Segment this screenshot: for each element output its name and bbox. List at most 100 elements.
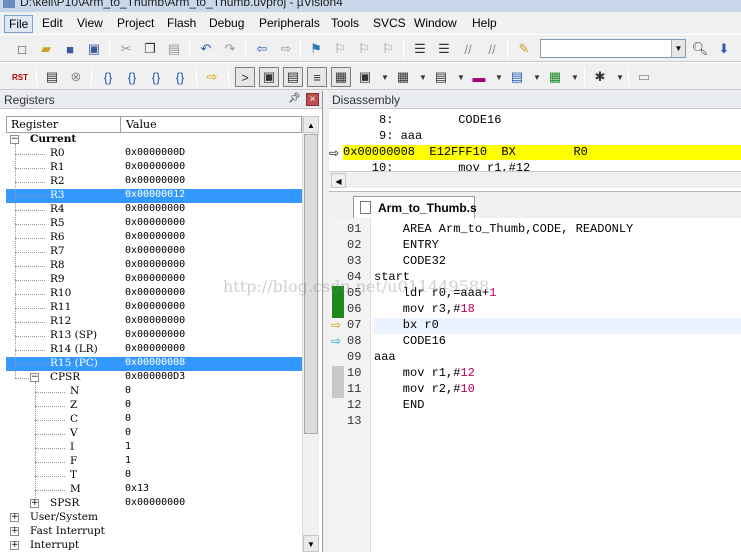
register-row[interactable]: R14 (LR) 0x00000000 xyxy=(6,343,302,357)
code-line[interactable]: bx r0 xyxy=(374,318,741,334)
step-over-icon[interactable]: {} xyxy=(122,67,142,87)
indent-icon[interactable]: ☰ xyxy=(410,39,430,59)
registers-scrollbar[interactable]: ▲ ▼ xyxy=(302,116,319,552)
register-group[interactable]: + User/System xyxy=(6,511,302,525)
editor-gutter[interactable]: 01 02 03 04 05 06 ⇨ 07 ⇨ 08 09 10 11 12 13 xyxy=(329,218,371,552)
watch-window-icon[interactable]: ▣ xyxy=(355,67,375,87)
chevron-down-icon[interactable]: ▼ xyxy=(451,67,471,87)
code-line[interactable]: mov r3,#18 xyxy=(374,302,741,318)
trace-window-icon[interactable]: ▤ xyxy=(507,67,527,87)
disassembly-line[interactable]: 9: aaa xyxy=(343,129,741,144)
command-window-icon[interactable]: > xyxy=(235,67,255,87)
scroll-left-icon[interactable]: ◀ xyxy=(331,173,346,188)
memory-window-icon[interactable]: ▦ xyxy=(393,67,413,87)
code-line[interactable]: start xyxy=(374,270,741,286)
menu-tools[interactable]: Tools xyxy=(327,15,363,31)
chevron-down-icon[interactable]: ▼ xyxy=(489,67,509,87)
chevron-down-icon[interactable]: ▼ xyxy=(565,67,585,87)
code-line[interactable] xyxy=(374,414,741,430)
col-register[interactable]: Register xyxy=(11,118,58,131)
chevron-down-icon[interactable]: ▼ xyxy=(413,67,433,87)
register-group-current[interactable]: − Current xyxy=(6,133,302,147)
register-group[interactable]: + Interrupt xyxy=(6,539,302,552)
prev-bookmark-icon[interactable]: ⚐ xyxy=(330,39,350,59)
unindent-icon[interactable]: ☰ xyxy=(434,39,454,59)
disassembly-current-line[interactable]: 0x00000008 E12FFF10 BX R0 xyxy=(343,145,741,160)
register-row[interactable]: R0 0x0000000D xyxy=(6,147,302,161)
tab-arm-to-thumb[interactable]: Arm_to_Thumb.s xyxy=(353,196,477,219)
symbols-window-icon[interactable]: ▤ xyxy=(283,67,303,87)
bookmark-icon[interactable]: ⚑ xyxy=(306,39,326,59)
code-line[interactable]: mov r1,#12 xyxy=(374,366,741,382)
menu-file[interactable]: File xyxy=(4,15,34,33)
collapse-icon[interactable]: − xyxy=(10,135,19,144)
find-combo[interactable]: ▼ xyxy=(540,39,686,58)
expand-icon[interactable]: + xyxy=(10,527,19,536)
scroll-down-icon[interactable]: ▼ xyxy=(303,535,319,552)
collapse-icon[interactable]: − xyxy=(30,373,39,382)
register-row[interactable]: R8 0x00000000 xyxy=(6,259,302,273)
register-row[interactable]: R5 0x00000000 xyxy=(6,217,302,231)
serial-window-icon[interactable]: ▤ xyxy=(431,67,451,87)
code-line[interactable]: END xyxy=(374,398,741,414)
toolbox-icon[interactable]: ✱ xyxy=(590,67,610,87)
save-icon[interactable]: ■ xyxy=(60,39,80,59)
disassembly-line[interactable]: 8: CODE16 xyxy=(343,113,741,128)
register-row[interactable]: R10 0x00000000 xyxy=(6,287,302,301)
disassembly-hscrollbar[interactable]: ◀ xyxy=(329,171,741,188)
chevron-down-icon[interactable]: ▼ xyxy=(610,67,630,87)
uncomment-icon[interactable]: // xyxy=(482,39,502,59)
register-row[interactable]: R12 0x00000000 xyxy=(6,315,302,329)
register-row-spsr[interactable]: + SPSR 0x00000000 xyxy=(6,497,302,511)
register-row[interactable]: R7 0x00000000 xyxy=(6,245,302,259)
new-file-icon[interactable]: □ xyxy=(12,39,32,59)
step-out-icon[interactable]: {} xyxy=(146,67,166,87)
cut-icon[interactable]: ✂ xyxy=(116,39,136,59)
register-row[interactable]: R2 0x00000000 xyxy=(6,175,302,189)
register-row[interactable]: R6 0x00000000 xyxy=(6,231,302,245)
run-to-cursor-icon[interactable]: {} xyxy=(170,67,190,87)
menu-window[interactable]: Window xyxy=(410,15,461,31)
menu-view[interactable]: View xyxy=(73,15,107,31)
stop-icon[interactable]: ⊗ xyxy=(66,67,86,87)
code-line[interactable]: CODE16 xyxy=(374,334,741,350)
disassembly-window-icon[interactable]: ▣ xyxy=(259,67,279,87)
code-line[interactable]: aaa xyxy=(374,350,741,366)
code-line[interactable]: ldr r0,=aaa+1 xyxy=(374,286,741,302)
code-line[interactable]: AREA Arm_to_Thumb,CODE, READONLY xyxy=(374,222,741,238)
code-line[interactable]: mov r2,#10 xyxy=(374,382,741,398)
expand-icon[interactable]: + xyxy=(10,513,19,522)
scroll-up-icon[interactable]: ▲ xyxy=(303,116,319,133)
find-in-files-icon[interactable]: ✎ xyxy=(514,39,534,59)
undo-icon[interactable]: ↶ xyxy=(196,39,216,59)
redo-icon[interactable]: ↷ xyxy=(220,39,240,59)
registers-window-icon[interactable]: ≡ xyxy=(307,67,327,87)
register-group[interactable]: + Fast Interrupt xyxy=(6,525,302,539)
register-row[interactable]: R4 0x00000000 xyxy=(6,203,302,217)
reset-icon[interactable]: RST xyxy=(10,67,30,87)
menu-help[interactable]: Help xyxy=(468,15,501,31)
save-all-icon[interactable]: ▣ xyxy=(84,39,104,59)
register-row[interactable]: R3 0x00000012 xyxy=(6,189,302,203)
open-folder-icon[interactable]: ▰ xyxy=(36,39,56,59)
code-line[interactable]: CODE32 xyxy=(374,254,741,270)
chevron-down-icon[interactable]: ▼ xyxy=(671,40,685,57)
register-row[interactable]: R13 (SP) 0x00000000 xyxy=(6,329,302,343)
paste-icon[interactable]: ▤ xyxy=(164,39,184,59)
menu-edit[interactable]: Edit xyxy=(38,15,67,31)
copy-icon[interactable]: ❐ xyxy=(140,39,160,59)
call-stack-window-icon[interactable]: ▦ xyxy=(331,67,351,87)
register-row[interactable]: R1 0x00000000 xyxy=(6,161,302,175)
chevron-down-icon[interactable]: ▼ xyxy=(375,67,395,87)
source-editor[interactable]: 01 02 03 04 05 06 ⇨ 07 ⇨ 08 09 10 11 12 13 AREA Arm_to… xyxy=(329,218,741,552)
expand-icon[interactable]: + xyxy=(30,499,39,508)
menu-flash[interactable]: Flash xyxy=(163,15,200,31)
debug-settings-icon[interactable]: ▭ xyxy=(634,67,654,87)
analysis-window-icon[interactable]: ▬ xyxy=(469,67,489,87)
col-value[interactable]: Value xyxy=(126,118,157,131)
chevron-down-icon[interactable]: ▼ xyxy=(527,67,547,87)
register-row[interactable]: R15 (PC) 0x00000008 xyxy=(6,357,302,371)
expand-icon[interactable]: + xyxy=(10,541,19,550)
menu-debug[interactable]: Debug xyxy=(205,15,248,31)
register-row[interactable]: R11 0x00000000 xyxy=(6,301,302,315)
